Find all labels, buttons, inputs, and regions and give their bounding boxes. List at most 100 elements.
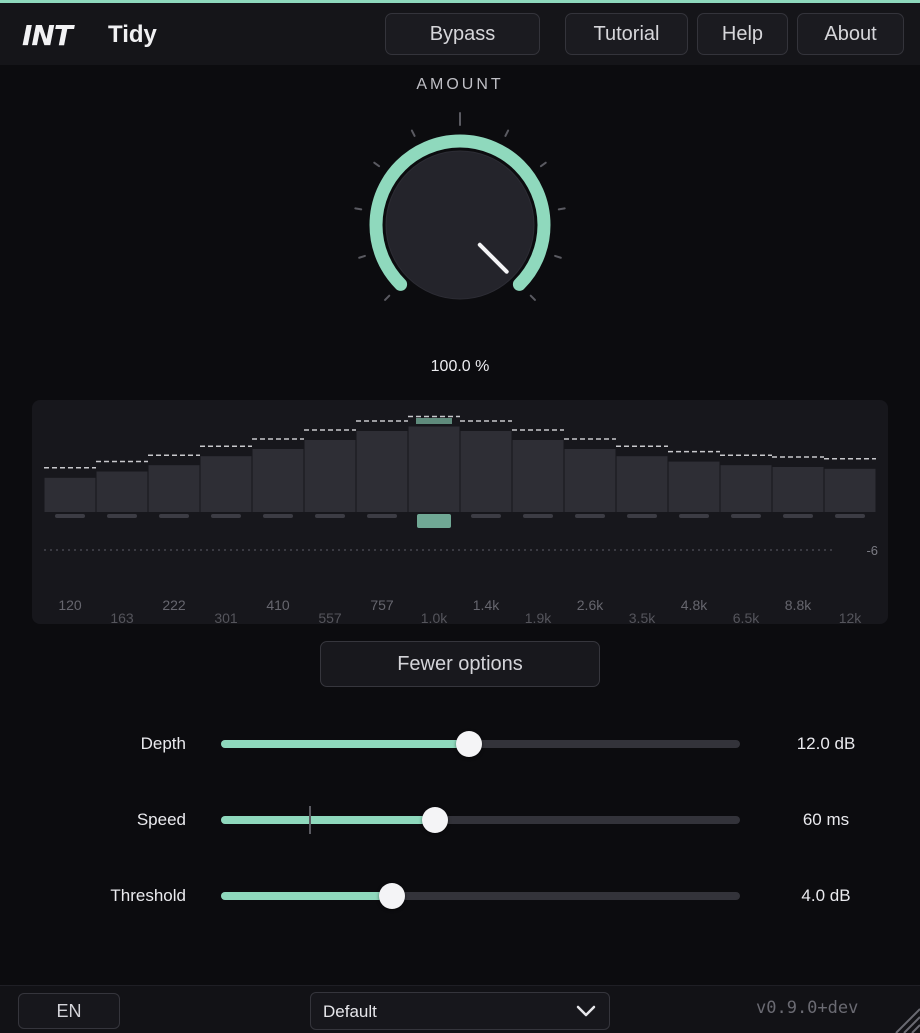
eq-band-handle <box>523 514 553 518</box>
eq-band-bar <box>44 477 96 512</box>
eq-freq-label: 12k <box>839 610 863 624</box>
threshold-value: 4.0 dB <box>801 886 851 905</box>
threshold-slider-fill <box>221 892 393 900</box>
eq-band-bar <box>772 467 824 512</box>
eq-freq-label: 410 <box>266 597 290 613</box>
eq-freq-label: 1.9k <box>525 610 552 624</box>
eq-freq-label: 3.5k <box>629 610 656 624</box>
eq-freq-label: 557 <box>318 610 342 624</box>
footer-bar: EN Default v0.9.0+dev <box>0 985 920 1033</box>
eq-band-handle <box>835 514 865 518</box>
eq-band-bar <box>200 456 252 512</box>
knob-tick <box>504 129 510 137</box>
knob-tick <box>410 129 416 137</box>
speed-label: Speed <box>136 810 186 829</box>
help-button[interactable]: Help <box>697 13 788 55</box>
speed-slider-row: Speed 60 ms <box>0 800 920 840</box>
preset-name: Default <box>323 1002 377 1021</box>
eq-band-handle <box>211 514 241 518</box>
tutorial-button[interactable]: Tutorial <box>565 13 688 55</box>
knob-tick <box>539 161 547 168</box>
eq-band-bar <box>356 431 408 512</box>
eq-band-handle <box>627 514 657 518</box>
knob-tick <box>554 254 562 259</box>
eq-band-bar <box>460 431 512 512</box>
eq-freq-label: 4.8k <box>681 597 708 613</box>
speed-slider-thumb[interactable] <box>422 807 449 833</box>
preset-dropdown[interactable]: Default <box>310 992 610 1030</box>
eq-band-handle <box>55 514 85 518</box>
knob-tick <box>354 207 363 211</box>
threshold-label: Threshold <box>110 886 186 905</box>
int-logo: INT <box>22 19 76 51</box>
eq-band-bar <box>96 471 148 512</box>
language-button[interactable]: EN <box>18 993 120 1029</box>
eq-graph: -6 120 222 410 757 1.4k 2.6k 4.8k 8.8k 163 301 557 1… <box>44 415 878 624</box>
threshold-slider[interactable] <box>221 883 740 909</box>
knob-tick <box>557 207 566 211</box>
eq-display[interactable]: -6 120 222 410 757 1.4k 2.6k 4.8k 8.8k 163 301 557 1… <box>32 400 888 624</box>
eq-band-bar <box>148 465 200 512</box>
depth-slider-fill <box>221 740 470 748</box>
speed-slider[interactable] <box>221 806 740 834</box>
eq-band-bar <box>720 465 772 512</box>
eq-freq-label: 1.4k <box>473 597 500 613</box>
depth-value: 12.0 dB <box>796 734 856 753</box>
header-bar: INT Tidy Bypass Tutorial Help About <box>0 3 920 65</box>
amount-knob[interactable] <box>330 110 590 340</box>
eq-band-bar <box>252 449 304 512</box>
threshold-slider-thumb[interactable] <box>379 883 406 909</box>
knob-tick <box>358 254 366 259</box>
eq-band-handle <box>679 514 709 518</box>
amount-value: 100.0 % <box>430 358 490 375</box>
plugin-title: Tidy <box>108 21 157 48</box>
eq-freq-label: 163 <box>110 610 134 624</box>
depth-label: Depth <box>140 734 186 753</box>
eq-band-handle <box>575 514 605 518</box>
svg-text:INT: INT <box>22 19 75 51</box>
eq-freq-label: 1.0k <box>421 610 448 624</box>
eq-freq-label: 2.6k <box>577 597 604 613</box>
version-label: v0.9.0+dev <box>756 998 859 1018</box>
eq-active-band-top <box>416 418 452 424</box>
eq-freq-label: 222 <box>162 597 186 613</box>
depth-slider-thumb[interactable] <box>456 731 483 757</box>
eq-band-handle <box>315 514 345 518</box>
eq-scale-label: -6 <box>866 543 878 558</box>
speed-slider-fill <box>221 816 436 824</box>
about-button[interactable]: About <box>797 13 904 55</box>
eq-band-handle <box>367 514 397 518</box>
eq-band-bar <box>824 468 876 512</box>
eq-band-handle <box>783 514 813 518</box>
eq-band-bar <box>564 449 616 512</box>
speed-default-marker <box>309 806 312 834</box>
eq-band-handle <box>263 514 293 518</box>
depth-slider-row: Depth 12.0 dB <box>0 724 920 764</box>
eq-band-handle <box>471 514 501 518</box>
eq-freq-label: 6.5k <box>733 610 760 624</box>
eq-band-handle <box>159 514 189 518</box>
amount-label: AMOUNT <box>416 76 504 93</box>
eq-freq-label: 301 <box>214 610 238 624</box>
chevron-down-icon <box>576 1005 596 1017</box>
eq-band-bar <box>304 440 356 512</box>
bypass-button[interactable]: Bypass <box>385 13 540 55</box>
fewer-options-button[interactable]: Fewer options <box>320 641 600 687</box>
eq-band-bar <box>668 461 720 512</box>
knob-tick <box>373 161 381 168</box>
eq-freq-label: 757 <box>370 597 394 613</box>
eq-band-bar <box>512 440 564 512</box>
eq-freq-label: 8.8k <box>785 597 812 613</box>
knob-body <box>385 150 535 300</box>
eq-band-bar <box>616 456 668 512</box>
eq-freq-label: 120 <box>58 597 82 613</box>
eq-band-handle <box>731 514 761 518</box>
resize-handle-icon[interactable] <box>890 1003 920 1033</box>
eq-band-handle <box>107 514 137 518</box>
eq-active-band-handle <box>417 514 451 528</box>
eq-band-bar <box>408 426 460 512</box>
depth-slider[interactable] <box>221 731 740 757</box>
knob-tick <box>529 294 536 301</box>
knob-tick <box>384 294 391 301</box>
speed-value: 60 ms <box>802 810 850 829</box>
